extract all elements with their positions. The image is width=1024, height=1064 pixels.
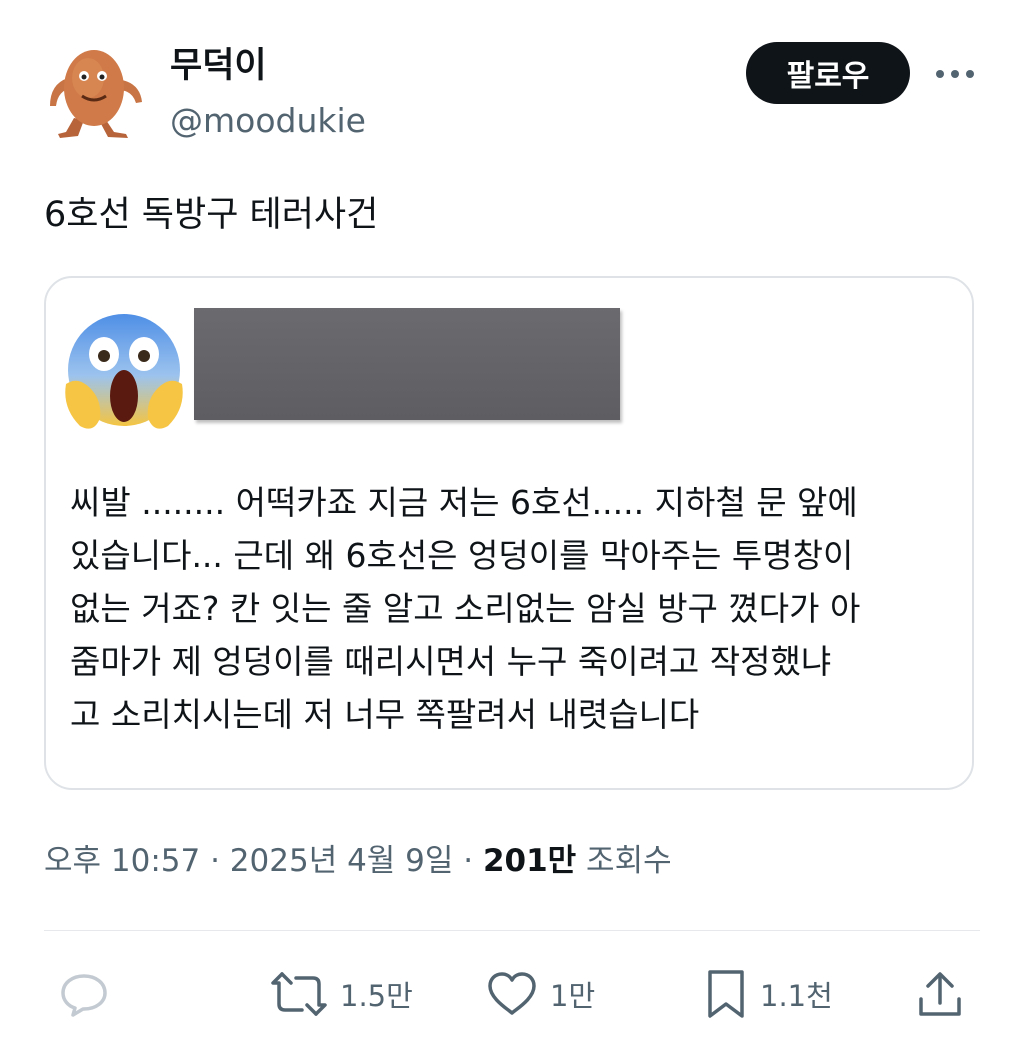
author-display-name[interactable]: 무덕이 xyxy=(170,44,267,88)
post-time[interactable]: 오후 10:57 xyxy=(44,843,200,879)
post-date[interactable]: 2025년 4월 9일 xyxy=(230,843,454,879)
meta-separator: · xyxy=(453,843,483,879)
retweet-count: 1.5만 xyxy=(340,979,413,1013)
author-handle[interactable]: @moodukie xyxy=(170,100,366,142)
redacted-name-bar xyxy=(194,308,620,420)
heart-icon xyxy=(488,972,536,1015)
screaming-face-emoji-icon xyxy=(58,308,190,438)
reply-button[interactable] xyxy=(58,966,110,1022)
quoted-post-text: 씨발 ........ 어떡카죠 지금 저는 6호선..... 지하철 문 앞에… xyxy=(70,483,861,734)
like-count: 1만 xyxy=(550,979,596,1013)
retweet-icon xyxy=(271,972,327,1016)
tweet-text: 6호선 독방구 테러사건 xyxy=(44,195,379,235)
share-button[interactable] xyxy=(916,966,964,1022)
follow-button[interactable]: 팔로우 xyxy=(746,42,910,104)
bookmark-count: 1.1천 xyxy=(760,979,833,1013)
divider xyxy=(44,930,980,931)
bookmark-icon xyxy=(708,970,744,1018)
meta-separator: · xyxy=(200,843,230,879)
like-button[interactable]: 1만 xyxy=(486,966,595,1022)
reply-icon xyxy=(61,974,107,1017)
more-dots-icon xyxy=(936,70,974,78)
bookmark-button[interactable]: 1.1천 xyxy=(704,966,833,1022)
more-options-button[interactable] xyxy=(928,52,982,96)
post-meta: 오후 10:57 · 2025년 4월 9일 · 201만 조회수 xyxy=(44,836,672,886)
views-count: 201만 xyxy=(482,843,577,879)
quoted-post-card[interactable]: 씨발 ........ 어떡카죠 지금 저는 6호선..... 지하철 문 앞에… xyxy=(44,276,974,790)
views-label: 조회수 xyxy=(576,843,672,879)
retweet-button[interactable]: 1.5만 xyxy=(270,966,413,1022)
share-icon xyxy=(919,972,961,1016)
avatar[interactable] xyxy=(44,40,148,140)
